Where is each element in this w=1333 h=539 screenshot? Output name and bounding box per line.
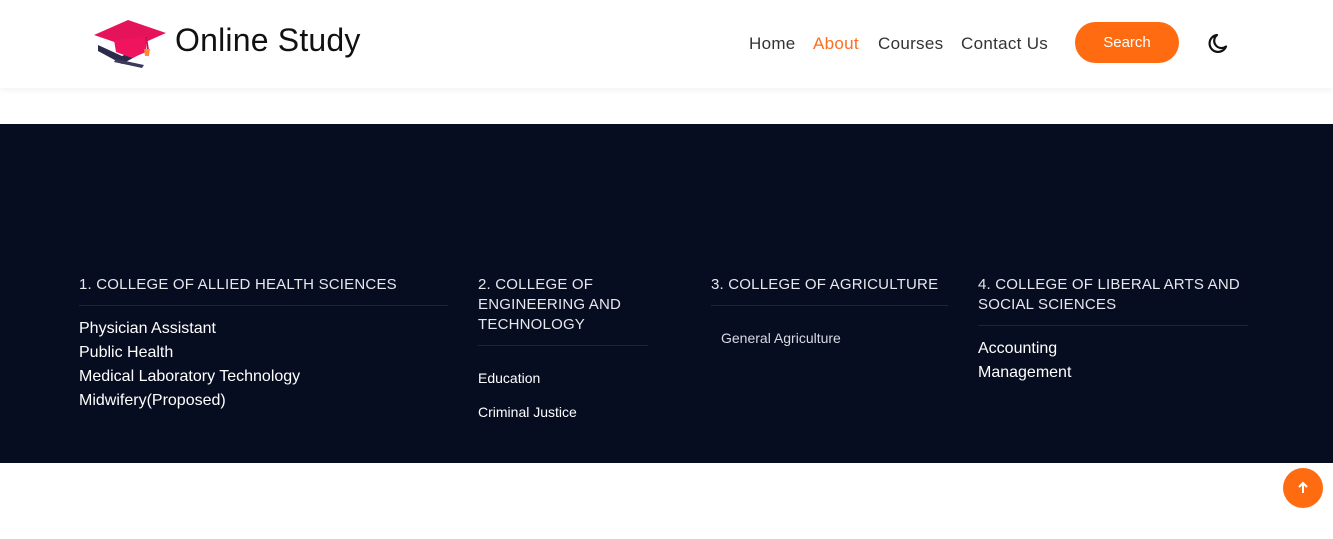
- college-title: 2. COLLEGE OF ENGINEERING AND TECHNOLOGY: [478, 275, 648, 346]
- college-column: 2. COLLEGE OF ENGINEERING AND TECHNOLOGY…: [478, 275, 648, 422]
- search-button[interactable]: Search: [1075, 22, 1179, 63]
- course-link[interactable]: Medical Laboratory Technology: [79, 365, 448, 389]
- college-column: 3. COLLEGE OF AGRICULTURE General Agricu…: [711, 275, 948, 348]
- top-navbar: Online Study Home About Courses Contact …: [0, 0, 1333, 88]
- college-title: 4. COLLEGE OF LIBERAL ARTS AND SOCIAL SC…: [978, 275, 1248, 326]
- college-column: 1. COLLEGE OF ALLIED HEALTH SCIENCES Phy…: [79, 275, 448, 413]
- course-link[interactable]: Criminal Justice: [478, 402, 648, 422]
- moon-icon[interactable]: [1206, 30, 1232, 56]
- scroll-top-button[interactable]: [1283, 468, 1323, 508]
- nav-contact-us[interactable]: Contact Us: [961, 34, 1048, 54]
- course-link[interactable]: Accounting: [978, 337, 1248, 361]
- arrow-up-icon: [1298, 481, 1308, 493]
- course-link[interactable]: Midwifery(Proposed): [79, 389, 448, 413]
- course-link[interactable]: General Agriculture: [721, 328, 948, 348]
- college-title: 3. COLLEGE OF AGRICULTURE: [711, 275, 948, 306]
- course-link[interactable]: Physician Assistant: [79, 317, 448, 341]
- graduation-cap-icon[interactable]: [94, 18, 166, 70]
- site-brand[interactable]: Online Study: [175, 22, 361, 59]
- nav-courses[interactable]: Courses: [878, 34, 943, 54]
- nav-about[interactable]: About: [813, 34, 859, 54]
- course-link[interactable]: Education: [478, 368, 648, 388]
- nav-home[interactable]: Home: [749, 34, 796, 54]
- course-link[interactable]: Public Health: [79, 341, 448, 365]
- college-title: 1. COLLEGE OF ALLIED HEALTH SCIENCES: [79, 275, 448, 306]
- college-column: 4. COLLEGE OF LIBERAL ARTS AND SOCIAL SC…: [978, 275, 1248, 385]
- course-link[interactable]: Management: [978, 361, 1248, 385]
- colleges-section: 1. COLLEGE OF ALLIED HEALTH SCIENCES Phy…: [0, 124, 1333, 463]
